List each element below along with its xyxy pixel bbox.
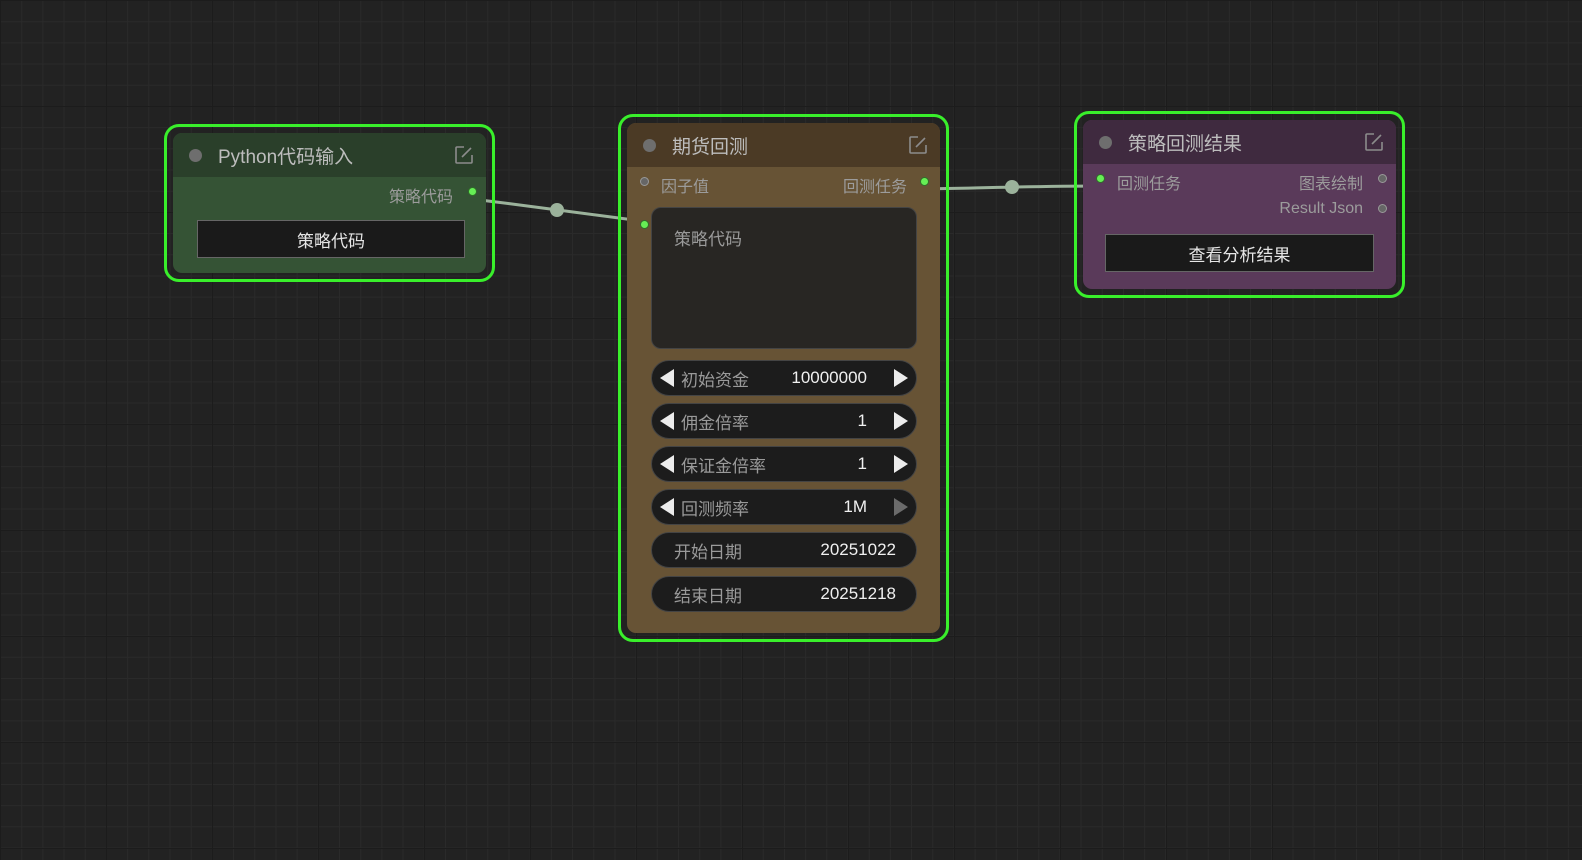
edit-icon[interactable] bbox=[908, 135, 928, 155]
output-connector-dot[interactable] bbox=[920, 177, 929, 186]
increment-arrow-icon[interactable] bbox=[894, 412, 908, 430]
python-code-input-node[interactable]: Python代码输入 策略代码 策略代码 bbox=[164, 124, 495, 282]
end-date-field[interactable]: 结束日期 20251218 bbox=[651, 576, 917, 612]
slot-label: Result Json bbox=[1279, 200, 1363, 217]
widget-label: 回测频率 bbox=[681, 499, 749, 519]
strategy-code-button[interactable]: 策略代码 bbox=[197, 220, 465, 258]
node-title-bar[interactable]: 期货回测 bbox=[627, 123, 940, 167]
node-title-bar[interactable]: 策略回测结果 bbox=[1083, 120, 1396, 164]
node-title-bar[interactable]: Python代码输入 bbox=[173, 133, 486, 177]
collapse-dot-icon[interactable] bbox=[643, 138, 656, 152]
backtest-result-node[interactable]: 策略回测结果 回测任务 图表绘制 Result Json 查看分析结果 bbox=[1074, 111, 1405, 298]
code-placeholder: 策略代码 bbox=[674, 230, 742, 249]
link-midpoint-handle[interactable] bbox=[1005, 180, 1019, 194]
node-title: 策略回测结果 bbox=[1128, 133, 1243, 155]
output-connector-dot[interactable] bbox=[468, 187, 477, 196]
input-connector-dot[interactable] bbox=[1096, 174, 1105, 183]
widget-label: 结束日期 bbox=[674, 586, 742, 606]
increment-arrow-icon[interactable] bbox=[894, 369, 908, 387]
widget-value: 20251218 bbox=[820, 584, 896, 603]
slot-label: 因子值 bbox=[661, 179, 710, 196]
widget-label: 佣金倍率 bbox=[681, 413, 749, 433]
edit-icon[interactable] bbox=[1364, 132, 1384, 152]
output-connector-dot[interactable] bbox=[1378, 174, 1387, 183]
link-midpoint-handle[interactable] bbox=[550, 203, 564, 217]
widget-value: 20251022 bbox=[820, 540, 896, 559]
output-slot-strategy-code[interactable]: 策略代码 bbox=[173, 177, 486, 207]
previous-option-arrow-icon[interactable] bbox=[660, 498, 674, 516]
start-date-field[interactable]: 开始日期 20251022 bbox=[651, 532, 917, 568]
widget-label: 开始日期 bbox=[674, 542, 742, 562]
slot-label: 回测任务 bbox=[842, 179, 907, 196]
decrement-arrow-icon[interactable] bbox=[660, 455, 674, 473]
strategy-code-textarea[interactable]: 策略代码 bbox=[651, 207, 917, 349]
decrement-arrow-icon[interactable] bbox=[660, 369, 674, 387]
edit-icon[interactable] bbox=[454, 145, 474, 165]
slot-row-task-chart[interactable]: 回测任务 图表绘制 bbox=[1083, 164, 1396, 194]
next-option-arrow-icon[interactable] bbox=[894, 498, 908, 516]
increment-arrow-icon[interactable] bbox=[894, 455, 908, 473]
input-connector-dot[interactable] bbox=[640, 177, 649, 186]
widget-value: 1 bbox=[857, 454, 867, 473]
backtest-frequency-combo[interactable]: 回测频率 1M bbox=[651, 489, 917, 525]
node-title: 期货回测 bbox=[672, 136, 749, 158]
collapse-dot-icon[interactable] bbox=[1099, 135, 1112, 149]
collapse-dot-icon[interactable] bbox=[189, 148, 202, 162]
node-title: Python代码输入 bbox=[218, 146, 354, 168]
link-backtest-to-result[interactable] bbox=[925, 184, 1099, 191]
slot-label: 图表绘制 bbox=[1298, 176, 1363, 193]
widget-label: 初始资金 bbox=[681, 370, 749, 390]
output-connector-dot[interactable] bbox=[1378, 204, 1387, 213]
slot-label: 策略代码 bbox=[388, 189, 453, 206]
view-analysis-result-button[interactable]: 查看分析结果 bbox=[1105, 234, 1374, 272]
futures-backtest-node[interactable]: 期货回测 因子值 回测任务 策略代码 初始资金 10000000 佣金倍率 1 bbox=[618, 114, 949, 642]
commission-multiplier-widget[interactable]: 佣金倍率 1 bbox=[651, 403, 917, 439]
widget-value: 1 bbox=[857, 411, 867, 430]
input-connector-dot[interactable] bbox=[640, 220, 649, 229]
margin-multiplier-widget[interactable]: 保证金倍率 1 bbox=[651, 446, 917, 482]
link-code-to-backtest[interactable] bbox=[471, 197, 643, 223]
widget-label: 保证金倍率 bbox=[681, 456, 766, 476]
decrement-arrow-icon[interactable] bbox=[660, 412, 674, 430]
slot-label: 回测任务 bbox=[1117, 176, 1182, 193]
slot-row-factor-backtest[interactable]: 因子值 回测任务 bbox=[627, 167, 940, 197]
widget-value: 1M bbox=[843, 497, 867, 516]
slot-row-result-json[interactable]: Result Json bbox=[1083, 194, 1396, 224]
widget-value: 10000000 bbox=[791, 368, 867, 387]
initial-capital-widget[interactable]: 初始资金 10000000 bbox=[651, 360, 917, 396]
